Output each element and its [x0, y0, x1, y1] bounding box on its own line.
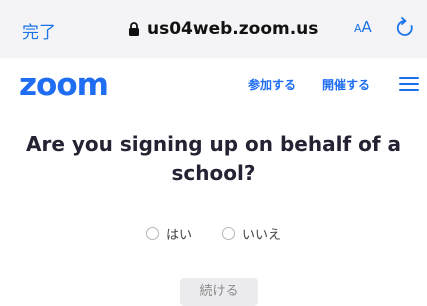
radio-button-yes[interactable] — [145, 227, 159, 240]
done-button[interactable]: 完了 — [22, 18, 56, 43]
radio-option-yes[interactable]: はい — [145, 224, 192, 243]
radio-button-no[interactable] — [222, 227, 235, 240]
address-bar[interactable]: us04web.zoom.us — [128, 17, 318, 41]
host-meeting-link[interactable]: 開催する — [322, 76, 370, 93]
page-question: Are you signing up on behalf of a school… — [25, 132, 402, 185]
reload-icon[interactable] — [396, 17, 414, 37]
browser-bar: 完了 us04web.zoom.us AA — [0, 0, 427, 58]
radio-option-no[interactable]: いいえ — [222, 224, 281, 243]
join-meeting-link[interactable]: 参加する — [248, 76, 296, 93]
radio-label-yes: はい — [165, 228, 192, 243]
continue-button[interactable]: 続ける — [180, 278, 258, 306]
text-size-small-label: A — [354, 22, 362, 35]
text-size-button[interactable]: AA — [354, 18, 372, 36]
radio-label-no: いいえ — [242, 228, 282, 243]
url-text: us04web.zoom.us — [147, 19, 319, 39]
radio-group: はい いいえ — [0, 224, 427, 243]
text-size-large-label: A — [361, 18, 372, 36]
zoom-logo[interactable]: zoom — [19, 67, 109, 103]
lock-icon — [128, 21, 140, 37]
hamburger-line — [399, 83, 419, 85]
site-header: zoom 参加する 開催する — [0, 58, 427, 116]
hamburger-icon[interactable] — [399, 77, 419, 91]
hamburger-line — [399, 77, 419, 79]
hamburger-line — [399, 89, 419, 91]
